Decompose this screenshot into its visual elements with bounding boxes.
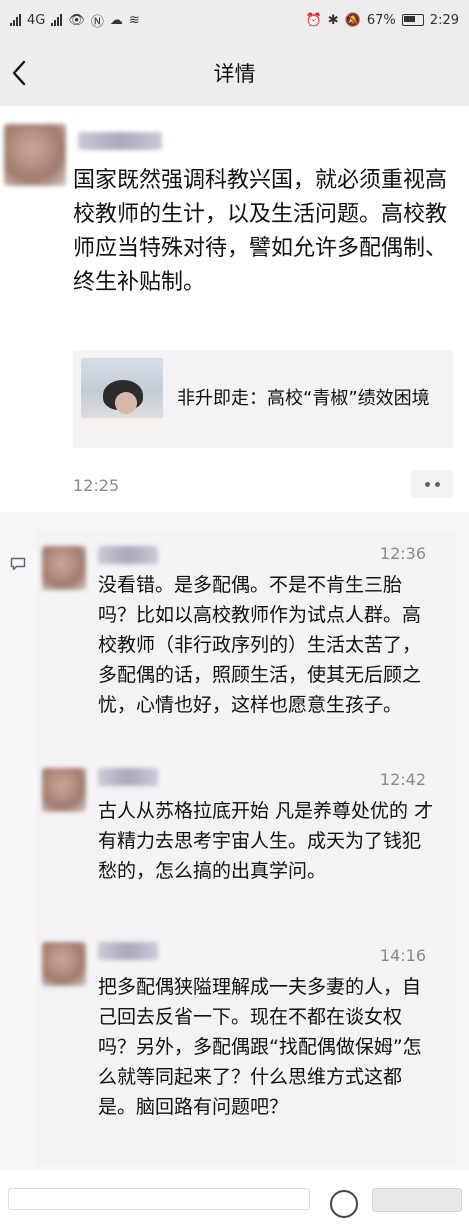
comment-text: 把多配偶狭隘理解成一夫多妻的人，自己回去反省一下。现在不都在谈女权吗？另外，多配…: [98, 976, 422, 1118]
cloud-icon: ☁: [109, 12, 123, 28]
nfc-icon: Ⓝ: [90, 14, 104, 30]
comment-item[interactable]: 14:16 把多配偶狭隘理解成一夫多妻的人，自己回去反省一下。现在不都在谈女权吗…: [36, 932, 456, 1162]
comment-input[interactable]: [8, 1188, 310, 1210]
commenter-avatar[interactable]: [42, 942, 86, 986]
comment-time: 14:16: [379, 946, 426, 965]
section-divider: [0, 512, 469, 530]
comment-item[interactable]: 12:36 没看错。是多配偶。不是不肯生三胎吗？比如以高校教师作为试点人群。高校…: [36, 530, 456, 750]
status-left: 4G 👁 Ⓝ ☁ ≋: [10, 11, 140, 30]
battery-percent: 67%: [366, 12, 396, 28]
battery-icon: [401, 14, 424, 26]
comment-text: 没看错。是多配偶。不是不肯生三胎吗？比如以高校教师作为试点人群。高校教师（非行政…: [98, 574, 422, 716]
comment-time: 12:42: [379, 770, 426, 789]
page-title: 详情: [213, 62, 256, 86]
comments-section: 12:36 没看错。是多配偶。不是不肯生三胎吗？比如以高校教师作为试点人群。高校…: [0, 530, 469, 1170]
comment-time: 12:36: [379, 544, 426, 563]
commenter-avatar[interactable]: [42, 546, 86, 590]
comment-text: 古人从苏格拉底开始 凡是养尊处优的 才有精力去思考宇宙人生。成天为了钱犯愁的，怎…: [98, 800, 434, 882]
eye-icon: 👁: [68, 12, 85, 28]
comment-icon: [10, 557, 26, 571]
send-button[interactable]: [372, 1188, 462, 1212]
commenter-name-blurred[interactable]: [98, 546, 158, 564]
comment-item[interactable]: 12:42 古人从苏格拉底开始 凡是养尊处优的 才有精力去思考宇宙人生。成天为了…: [36, 756, 456, 926]
wifi-icon: ≋: [128, 12, 140, 28]
network-label: 4G: [27, 12, 46, 28]
back-icon[interactable]: [6, 56, 36, 90]
shared-article-card[interactable]: 非升即走：高校“青椒”绩效困境: [73, 350, 453, 448]
comments-list: 12:36 没看错。是多配偶。不是不肯生三胎吗？比如以高校教师作为试点人群。高校…: [36, 530, 456, 1166]
signal-icon-2: [51, 14, 63, 26]
status-right: ⏰ ✱ 🔕 67% 2:29: [306, 13, 459, 28]
author-name-blurred[interactable]: [78, 132, 162, 150]
mute-icon: 🔕: [344, 12, 361, 28]
signal-icon: [10, 14, 21, 26]
author-avatar[interactable]: [4, 124, 66, 186]
commenter-name-blurred[interactable]: [98, 768, 158, 786]
post-time: 12:25: [73, 476, 120, 495]
status-bar: 4G 👁 Ⓝ ☁ ≋ ⏰ ✱ 🔕 67% 2:29: [0, 0, 469, 40]
more-actions-button[interactable]: [411, 470, 453, 498]
alarm-icon: ⏰: [305, 12, 322, 28]
commenter-name-blurred[interactable]: [98, 942, 158, 960]
article-thumbnail: [81, 358, 163, 440]
article-title: 非升即走：高校“青椒”绩效困境: [177, 388, 430, 409]
bottom-area: [0, 1170, 469, 1227]
post-text: 国家既然强调科教兴国，就必须重视高校教师的生计，以及生活问题。高校教师应当特殊对…: [73, 168, 448, 295]
bluetooth-icon: ✱: [327, 12, 339, 28]
commenter-avatar[interactable]: [42, 768, 86, 812]
moment-post: 国家既然强调科教兴国，就必须重视高校教师的生计，以及生活问题。高校教师应当特殊对…: [0, 106, 469, 512]
status-time: 2:29: [429, 12, 459, 28]
nav-bar: 详情: [0, 40, 469, 107]
emoji-icon[interactable]: [330, 1190, 358, 1218]
